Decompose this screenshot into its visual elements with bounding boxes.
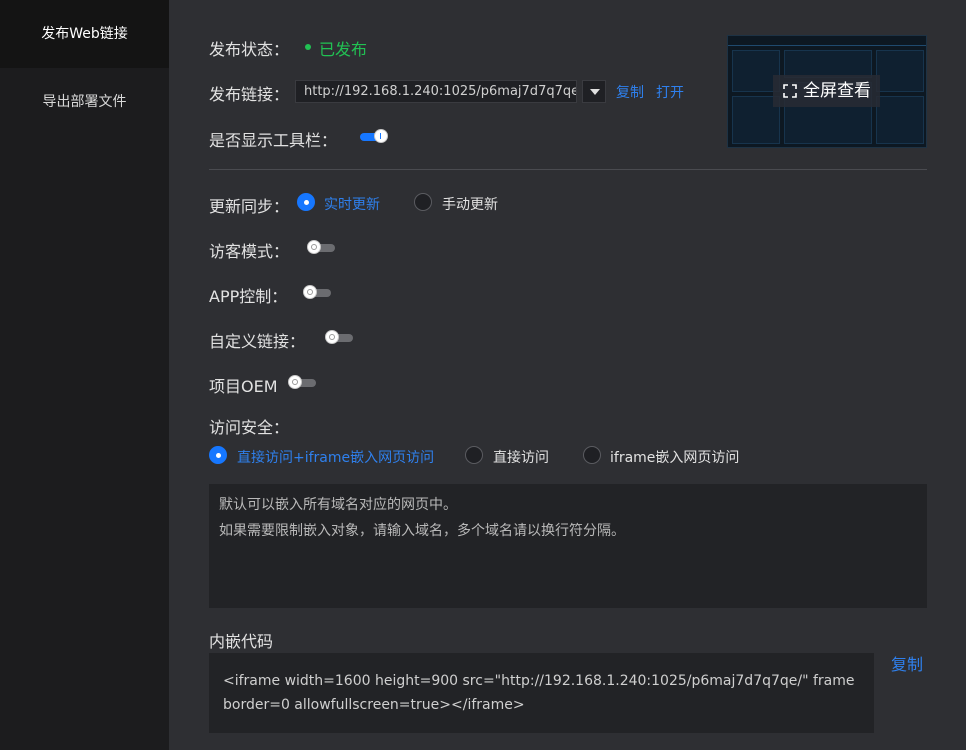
- open-url-button[interactable]: 打开: [656, 82, 684, 102]
- fullscreen-icon: [783, 84, 797, 98]
- visitor-mode-toggle[interactable]: [307, 240, 335, 254]
- toggle-knob: [374, 129, 388, 143]
- copy-embed-code-button[interactable]: 复制: [891, 651, 923, 675]
- status-dot-icon: [305, 44, 311, 50]
- main-panel: 发布状态： 已发布 发布链接： http://192.168.1.240:102…: [169, 0, 966, 750]
- toggle-knob: [288, 375, 302, 389]
- toggle-knob: [325, 330, 339, 344]
- divider: [209, 169, 927, 170]
- publish-status-label: 发布状态：: [209, 40, 290, 59]
- copy-url-button[interactable]: 复制: [616, 82, 644, 102]
- domain-hint-line: 如果需要限制嵌入对象，请输入域名，多个域名请以换行符分隔。: [219, 523, 625, 539]
- security-iframe-label[interactable]: iframe嵌入网页访问: [610, 447, 739, 467]
- access-security-label: 访问安全：: [209, 418, 290, 437]
- sync-manual-label[interactable]: 手动更新: [442, 194, 498, 214]
- toggle-knob: [303, 285, 317, 299]
- sync-realtime-radio[interactable]: [297, 193, 315, 211]
- security-direct-iframe-radio[interactable]: [209, 446, 227, 464]
- app-control-label: APP控制：: [209, 287, 288, 306]
- app-control-toggle[interactable]: [303, 285, 331, 299]
- project-oem-toggle[interactable]: [288, 375, 316, 389]
- toggle-knob: [307, 240, 321, 254]
- custom-link-label: 自定义链接：: [209, 332, 306, 351]
- preview-panel: [784, 50, 872, 78]
- embed-code-title: 内嵌代码: [209, 632, 274, 651]
- custom-link-toggle[interactable]: [325, 330, 353, 344]
- project-oem-label: 项目OEM: [209, 377, 278, 396]
- sidebar-item-publish-web-link[interactable]: 发布Web链接: [0, 0, 169, 68]
- domain-hint-line: 默认可以嵌入所有域名对应的网页中。: [219, 497, 457, 513]
- sidebar: 发布Web链接 导出部署文件: [0, 0, 169, 750]
- publish-url-field[interactable]: http://192.168.1.240:1025/p6maj7d7q7qe/: [295, 80, 577, 103]
- fullscreen-label: 全屏查看: [803, 81, 871, 101]
- security-direct-radio[interactable]: [465, 446, 483, 464]
- embed-code-box[interactable]: <iframe width=1600 height=900 src="http:…: [209, 653, 874, 733]
- preview-header: [728, 36, 926, 46]
- security-direct-label[interactable]: 直接访问: [493, 447, 549, 467]
- visitor-mode-label: 访客模式：: [209, 242, 290, 261]
- sync-manual-radio[interactable]: [414, 193, 432, 211]
- publish-link-label: 发布链接：: [209, 85, 290, 104]
- sidebar-item-export-deploy-files[interactable]: 导出部署文件: [0, 68, 169, 136]
- preview-panel: [876, 50, 924, 92]
- publish-status-value: 已发布: [319, 40, 368, 59]
- security-iframe-radio[interactable]: [583, 446, 601, 464]
- show-toolbar-toggle[interactable]: [360, 129, 388, 143]
- fullscreen-view-button[interactable]: 全屏查看: [773, 75, 880, 107]
- preview-panel: [876, 96, 924, 144]
- show-toolbar-label: 是否显示工具栏：: [209, 131, 338, 150]
- url-dropdown-chevron-down-icon[interactable]: [582, 80, 606, 103]
- allowed-domains-textarea[interactable]: 默认可以嵌入所有域名对应的网页中。 如果需要限制嵌入对象，请输入域名，多个域名请…: [209, 484, 927, 608]
- update-sync-label: 更新同步：: [209, 197, 290, 216]
- sync-realtime-label[interactable]: 实时更新: [324, 194, 380, 214]
- security-direct-iframe-label[interactable]: 直接访问+iframe嵌入网页访问: [237, 447, 434, 467]
